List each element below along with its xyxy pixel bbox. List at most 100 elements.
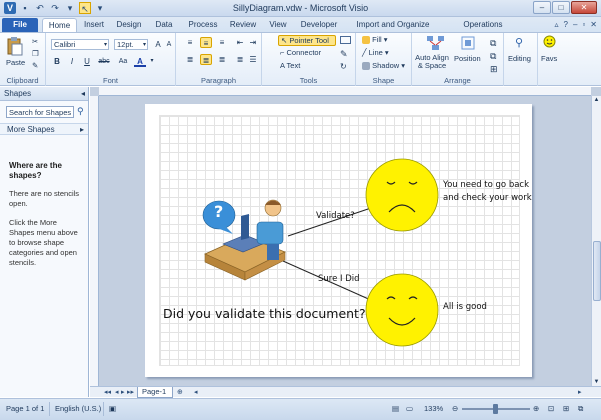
close-button[interactable]: ✕ xyxy=(571,1,597,14)
increase-indent-icon[interactable]: ⇥ xyxy=(247,37,259,48)
next-page-icon[interactable]: ▸ xyxy=(121,387,125,398)
smiley-icon[interactable] xyxy=(543,35,556,50)
drawing-canvas[interactable]: ? Validate? Sure I Did You need to go ba… xyxy=(90,87,601,397)
align-middle-icon[interactable]: ≡ xyxy=(200,37,212,48)
font-size-select[interactable]: 12pt. ▾ xyxy=(114,39,148,50)
auto-align-button[interactable]: Auto Align & Space xyxy=(414,54,450,70)
favs-button[interactable]: Favs xyxy=(541,54,557,63)
scroll-right-icon[interactable]: ▸ xyxy=(578,387,582,398)
zoom-out-icon[interactable]: ⊖ xyxy=(452,404,458,413)
align-right-icon[interactable]: ≣ xyxy=(216,54,228,65)
underline-button[interactable]: U xyxy=(81,56,93,67)
insert-page-icon[interactable]: ⊕ xyxy=(177,387,183,398)
full-screen-icon[interactable]: ▭ xyxy=(406,404,413,413)
pan-zoom-icon[interactable]: ⊞ xyxy=(563,404,569,413)
doc-restore-icon[interactable]: ▫ xyxy=(582,19,585,30)
page-count-status[interactable]: Page 1 of 1 xyxy=(6,404,44,413)
minimize-ribbon-icon[interactable]: ▵ xyxy=(555,19,559,30)
tab-review[interactable]: Review xyxy=(228,18,258,32)
bold-button[interactable]: B xyxy=(51,56,63,67)
happy-face-shape[interactable] xyxy=(365,273,439,347)
copy-icon[interactable]: ❐ xyxy=(32,49,39,58)
zoom-in-icon[interactable]: ⊕ xyxy=(533,404,539,413)
shrink-font-icon[interactable]: A xyxy=(163,39,175,50)
rotate-icon[interactable]: ↻ xyxy=(340,62,347,71)
zoom-slider-thumb[interactable] xyxy=(493,404,498,414)
italic-button[interactable]: I xyxy=(66,56,78,67)
align-center-icon[interactable]: ≣ xyxy=(200,54,212,65)
sad-face-shape[interactable] xyxy=(365,158,439,232)
prev-page-icon[interactable]: ◂ xyxy=(115,387,119,398)
tab-view[interactable]: View xyxy=(266,18,290,32)
font-color-button[interactable]: A xyxy=(134,56,146,67)
scroll-left-icon[interactable]: ◂ xyxy=(194,387,198,398)
format-painter-icon[interactable]: ✎ xyxy=(32,61,38,70)
position-icon[interactable] xyxy=(460,35,476,53)
first-page-icon[interactable]: ◂◂ xyxy=(104,387,111,398)
align-top-icon[interactable]: ≡ xyxy=(184,37,196,48)
vertical-scroll-thumb[interactable] xyxy=(593,241,601,301)
minimize-button[interactable]: ‒ xyxy=(533,1,551,14)
sure-i-did-label[interactable]: Sure I Did xyxy=(318,274,360,284)
tab-data[interactable]: Data xyxy=(152,18,176,32)
paste-label[interactable]: Paste xyxy=(6,58,25,67)
switch-windows-icon[interactable]: ⧉ xyxy=(578,404,583,414)
pointer-tool-button[interactable]: ↖ Pointer Tool xyxy=(278,35,336,46)
binoculars-icon[interactable]: ⚲ xyxy=(515,36,523,49)
chevron-down-icon[interactable]: ▾ xyxy=(146,56,158,67)
text-tool-button[interactable]: A Text xyxy=(280,61,300,70)
align-bottom-icon[interactable]: ≡ xyxy=(216,37,228,48)
doc-minimize-icon[interactable]: ‒ xyxy=(573,19,577,30)
question-title[interactable]: Did you validate this document? xyxy=(163,306,366,321)
shapes-search-input[interactable]: Search for Shapes xyxy=(6,106,74,118)
rectangle-tool-icon[interactable] xyxy=(340,36,351,44)
tab-home[interactable]: Home xyxy=(42,18,77,32)
help-icon[interactable]: ? xyxy=(564,19,568,30)
shadow-button[interactable]: Shadow ▾ xyxy=(362,61,405,71)
scroll-down-icon[interactable]: ▼ xyxy=(592,379,601,385)
align-left-icon[interactable]: ≣ xyxy=(184,54,196,65)
strikethrough-button[interactable]: abc xyxy=(96,56,112,67)
doc-close-icon[interactable]: ✕ xyxy=(590,19,597,30)
vertical-scrollbar[interactable]: ▲ ▼ xyxy=(591,96,601,386)
tab-import-organize-poc[interactable]: Import and Organize POC xyxy=(347,18,439,43)
group-icon[interactable]: ⊞ xyxy=(490,64,498,75)
bring-front-icon[interactable]: ⧉ xyxy=(490,38,496,49)
tab-developer[interactable]: Developer xyxy=(298,18,340,32)
tab-file[interactable]: File xyxy=(2,18,38,32)
sad-text-line-2[interactable]: and check your work xyxy=(443,193,532,203)
happy-text[interactable]: All is good xyxy=(443,302,487,312)
collapse-pane-icon[interactable]: ◂ xyxy=(81,87,85,101)
change-case-button[interactable]: Aa xyxy=(116,56,130,67)
macro-record-icon[interactable]: ▣ xyxy=(109,404,116,413)
search-icon[interactable]: ⚲ xyxy=(77,106,84,117)
bullets-icon[interactable]: ☰ xyxy=(247,54,259,65)
auto-align-icon[interactable] xyxy=(426,35,446,53)
scroll-up-icon[interactable]: ▲ xyxy=(592,97,601,103)
last-page-icon[interactable]: ▸▸ xyxy=(127,387,134,398)
maximize-button[interactable]: □ xyxy=(552,1,570,14)
send-back-icon[interactable]: ⧉ xyxy=(490,51,496,62)
tab-process[interactable]: Process xyxy=(186,18,220,32)
editing-button[interactable]: Editing xyxy=(508,54,531,63)
drawing-page[interactable]: ? Validate? Sure I Did You need to go ba… xyxy=(145,104,532,377)
tab-design[interactable]: Design xyxy=(114,18,144,32)
tab-insert[interactable]: Insert xyxy=(80,18,108,32)
sad-text-line-1[interactable]: You need to go back xyxy=(443,180,529,190)
cut-icon[interactable]: ✂ xyxy=(32,37,38,46)
normal-view-icon[interactable]: ▤ xyxy=(392,404,399,413)
paste-button[interactable] xyxy=(6,36,24,58)
validate-label[interactable]: Validate? xyxy=(316,211,355,221)
position-button[interactable]: Position xyxy=(454,54,481,63)
tab-operations-manager[interactable]: Operations Manager xyxy=(447,18,519,43)
more-shapes-menu[interactable]: More Shapes ▸ xyxy=(0,123,88,135)
justify-icon[interactable]: ≣ xyxy=(234,54,246,65)
font-family-select[interactable]: Calibri ▾ xyxy=(51,39,109,50)
pencil-icon[interactable]: ✎ xyxy=(340,49,348,60)
page-tab-page-1[interactable]: Page-1 xyxy=(137,387,173,398)
fit-page-icon[interactable]: ⊡ xyxy=(548,404,554,413)
fill-button[interactable]: Fill ▾ xyxy=(362,35,388,45)
language-status[interactable]: English (U.S.) xyxy=(55,404,101,413)
connector-button[interactable]: ⌐ Connector xyxy=(280,48,321,57)
decrease-indent-icon[interactable]: ⇤ xyxy=(234,37,246,48)
